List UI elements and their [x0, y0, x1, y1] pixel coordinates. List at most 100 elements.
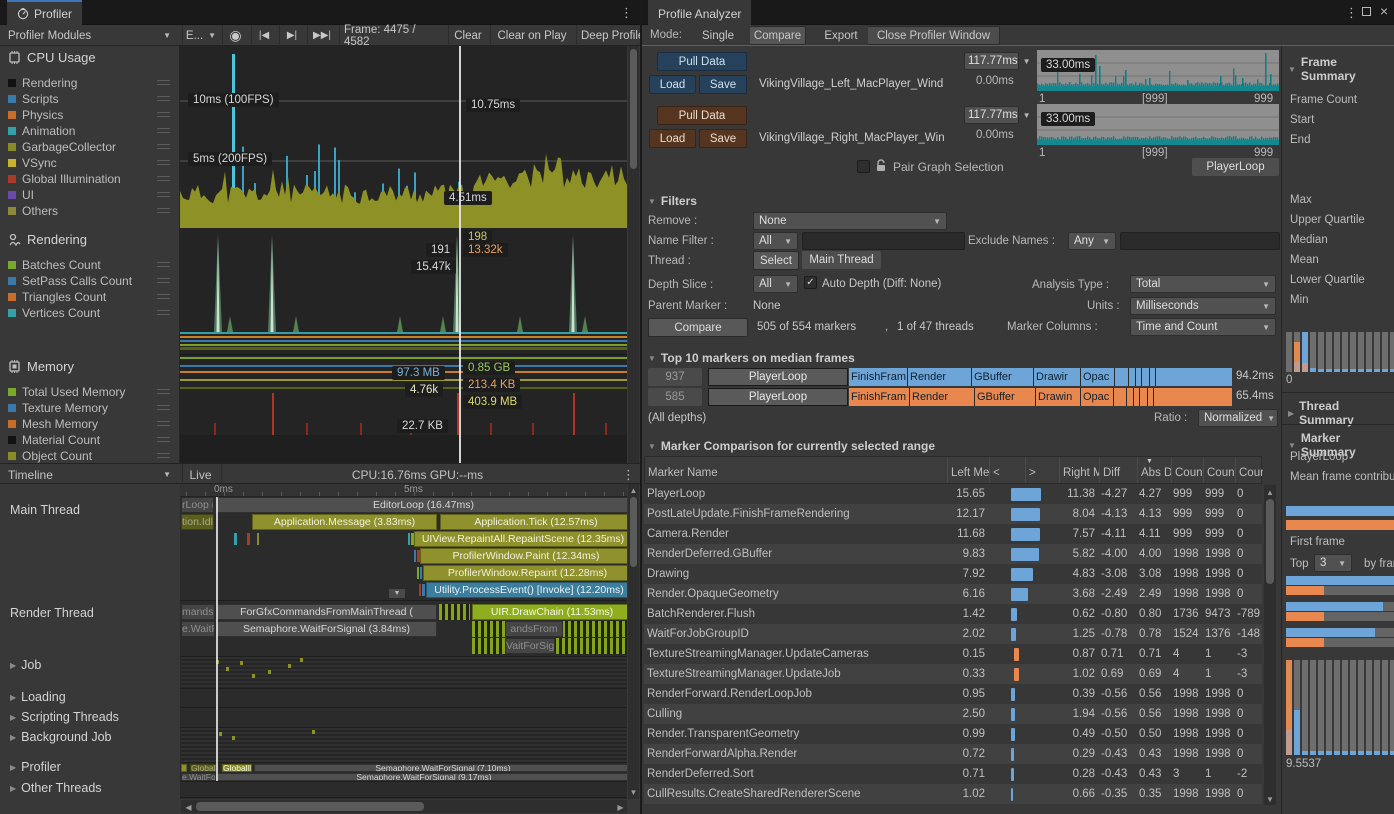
drag-handle-icon[interactable]	[157, 160, 170, 165]
top10-segment[interactable]	[1136, 368, 1141, 386]
table-row[interactable]: Drawing7.924.83-3.083.08199819980	[644, 564, 1262, 584]
profiler-modules-dropdown[interactable]: Profiler Modules▼	[0, 25, 179, 46]
top10-segment[interactable]	[1127, 388, 1133, 406]
table-row[interactable]: BatchRenderer.Flush1.420.62-0.800.801736…	[644, 604, 1262, 624]
column-header[interactable]: Right Median	[1059, 457, 1099, 483]
close-profiler-window-button[interactable]: Close Profiler Window	[868, 26, 1000, 45]
timeline-bar[interactable]: ProfilerWindow.Repaint (12.28ms)	[423, 565, 627, 581]
drag-handle-icon[interactable]	[157, 112, 170, 117]
thread-label-background-job[interactable]: ▶Background Job	[10, 730, 112, 744]
scroll-down-icon[interactable]: ▼	[1265, 795, 1275, 804]
load-right-button[interactable]: Load	[649, 129, 696, 148]
drag-handle-icon[interactable]	[157, 437, 170, 442]
save-right-button[interactable]: Save	[699, 129, 747, 148]
timeline-selection-line[interactable]	[216, 497, 218, 781]
target-dropdown[interactable]: E...▼	[182, 25, 219, 46]
profiler-menu-icon[interactable]: ⋮	[620, 5, 633, 21]
drag-handle-icon[interactable]	[157, 421, 170, 426]
drag-handle-icon[interactable]	[157, 278, 170, 283]
legend-item-rendering[interactable]: Rendering	[8, 75, 178, 91]
timeline-bar[interactable]: UIR.DrawChain (11.53ms)	[472, 604, 627, 620]
last-frame-button[interactable]: ▶▶|	[307, 25, 336, 46]
column-header[interactable]: Marker Name	[645, 457, 947, 483]
top10-marker-chip[interactable]: PlayerLoop	[708, 388, 848, 406]
thread-label-profiler[interactable]: ▶Profiler	[10, 760, 61, 774]
thread-label-scripting-threads[interactable]: ▶Scripting Threads	[10, 710, 119, 724]
timeline-bar[interactable]	[181, 764, 187, 772]
timeline-bar[interactable]: Application.Tick (12.57ms)	[440, 514, 627, 530]
table-row[interactable]: RenderForwardAlpha.Render0.720.29-0.430.…	[644, 744, 1262, 764]
depth-slice-dropdown[interactable]: All▼	[753, 275, 798, 293]
timeline-bar[interactable]: Semaphore.WaitForSignal (3.84ms)	[216, 621, 437, 637]
thread-label-other-threads[interactable]: ▶Other Threads	[10, 781, 102, 795]
next-frame-button[interactable]: ▶|	[279, 25, 304, 46]
top10-segment[interactable]: FinishFram	[849, 388, 909, 406]
table-row[interactable]: Camera.Render11.687.57-4.114.119999990	[644, 524, 1262, 544]
legend-item-object-count[interactable]: Object Count	[8, 448, 178, 464]
drag-handle-icon[interactable]	[157, 389, 170, 394]
top10-segment[interactable]	[1114, 388, 1126, 406]
top10-bar[interactable]: FinishFramRenderGBufferDrawirOpac	[849, 368, 1232, 386]
thread-label-loading[interactable]: ▶Loading	[10, 690, 66, 704]
legend-item-mesh-memory[interactable]: Mesh Memory	[8, 416, 178, 432]
timeline-bar[interactable]: VaitForSig	[505, 638, 555, 654]
auto-depth-checkbox[interactable]: ✓	[804, 276, 817, 289]
filters-header[interactable]: ▼Filters	[648, 194, 697, 208]
legend-item-vertices-count[interactable]: Vertices Count	[8, 305, 178, 321]
units-dropdown[interactable]: Milliseconds▼	[1130, 297, 1276, 315]
timeline-bar[interactable]	[439, 604, 470, 620]
drag-handle-icon[interactable]	[157, 262, 170, 267]
column-header[interactable]: Count Right	[1203, 457, 1235, 483]
legend-item-total-used-memory[interactable]: Total Used Memory	[8, 384, 178, 400]
deep-profile-button[interactable]: Deep Profile	[576, 25, 640, 46]
top10-segment[interactable]	[1154, 388, 1232, 406]
top10-segment[interactable]: Render	[910, 388, 974, 406]
legend-item-ui[interactable]: UI	[8, 187, 178, 203]
ratio-dropdown[interactable]: Normalized▼	[1198, 409, 1278, 427]
legend-item-others[interactable]: Others	[8, 203, 178, 219]
drag-handle-icon[interactable]	[157, 192, 170, 197]
top10-segment[interactable]	[1115, 368, 1128, 386]
top10-segment[interactable]	[1156, 368, 1232, 386]
column-header[interactable]: <	[989, 457, 1025, 483]
timeline-view-dropdown[interactable]: Timeline▼	[0, 464, 179, 485]
modules-scrollbar-thumb[interactable]	[630, 49, 637, 169]
top10-segment[interactable]: Opac	[1081, 368, 1114, 386]
timeline-vscrollbar-thumb[interactable]	[630, 497, 637, 567]
name-filter-mode-dropdown[interactable]: All▼	[753, 232, 798, 250]
pull-data-right-button[interactable]: Pull Data	[657, 106, 747, 125]
range-left-dropdown[interactable]: 117.77ms▼	[964, 52, 1019, 70]
clear-on-play-button[interactable]: Clear on Play	[490, 25, 573, 46]
drag-handle-icon[interactable]	[157, 144, 170, 149]
drag-handle-icon[interactable]	[157, 96, 170, 101]
drag-handle-icon[interactable]	[157, 128, 170, 133]
timeline-bar[interactable]: andsFrom	[505, 621, 563, 637]
column-header[interactable]: ▼Abs Diff	[1137, 457, 1171, 483]
rendering-chart[interactable]	[180, 228, 627, 355]
save-left-button[interactable]: Save	[699, 75, 747, 94]
column-header[interactable]: >	[1025, 457, 1059, 483]
thread-label-main-thread[interactable]: Main Thread	[10, 503, 80, 517]
top10-segment[interactable]	[1129, 368, 1135, 386]
top10-segment[interactable]: GBuffer	[972, 368, 1033, 386]
top10-segment[interactable]: Drawir	[1034, 368, 1080, 386]
top10-bar[interactable]: FinishFramRenderGBufferDrawinOpac	[849, 388, 1232, 406]
legend-item-scripts[interactable]: Scripts	[8, 91, 178, 107]
legend-item-texture-memory[interactable]: Texture Memory	[8, 400, 178, 416]
top10-segment[interactable]	[1134, 388, 1139, 406]
table-row[interactable]: RenderDeferred.GBuffer9.835.82-4.004.001…	[644, 544, 1262, 564]
timeline-menu-icon[interactable]: ⋮	[622, 467, 635, 483]
top10-segment[interactable]	[1140, 388, 1147, 406]
name-filter-input[interactable]	[802, 232, 965, 250]
legend-item-physics[interactable]: Physics	[8, 107, 178, 123]
load-left-button[interactable]: Load	[649, 75, 696, 94]
table-row[interactable]: Render.TransparentGeometry0.990.49-0.500…	[644, 724, 1262, 744]
legend-item-global-illumination[interactable]: Global Illumination	[8, 171, 178, 187]
timeline-bar[interactable]: e.WaitForSign	[181, 773, 216, 781]
analyzer-menu-icon[interactable]: ⋮	[1345, 5, 1358, 21]
thread-summary-header[interactable]: ▶Thread Summary	[1288, 399, 1394, 427]
timeline-bar[interactable]: ProfilerWindow.Paint (12.34ms)	[420, 548, 627, 564]
top10-segment[interactable]: FinishFram	[849, 368, 907, 386]
exclude-mode-dropdown[interactable]: Any▼	[1068, 232, 1116, 250]
mode-single-button[interactable]: Single	[694, 25, 742, 46]
